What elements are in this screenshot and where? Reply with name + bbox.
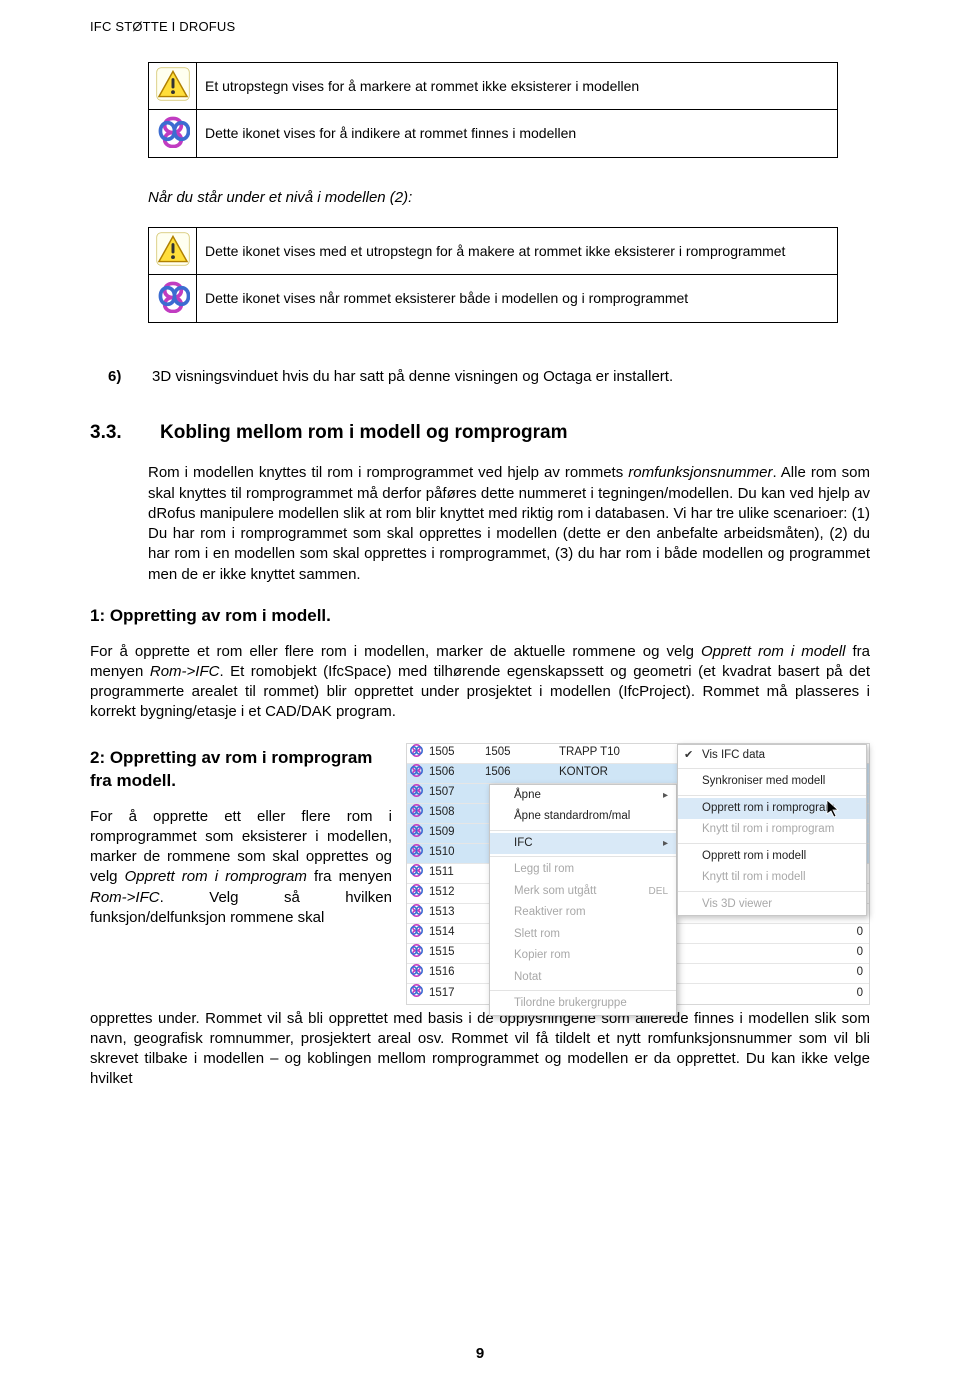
menu-item-mark-outgoing: Merk som utgåttDEL	[490, 881, 676, 903]
body-paragraph: opprettes under. Rommet vil så bli oppre…	[90, 1009, 870, 1090]
cell-roomnum2: 1505	[481, 745, 555, 761]
icon-legend-table-2: Dette ikonet vises med et utropstegn for…	[148, 227, 838, 324]
submenu-item-3d-viewer: Vis 3D viewer	[678, 894, 866, 916]
submenu-item-link-model: Knytt til rom i modell	[678, 867, 866, 889]
section-heading: 3.3. Kobling mellom rom i modell og romp…	[90, 420, 870, 446]
icon-legend-table-1: Et utropstegn vises for å markere at rom…	[148, 62, 838, 159]
menu-item-delete: Slett rom	[490, 924, 676, 946]
italic-term: romfunksjonsnummer	[628, 464, 772, 481]
section-number: 3.3.	[90, 420, 134, 446]
warning-icon	[156, 67, 190, 101]
cell-roomnum: 1511	[425, 865, 481, 881]
knot-icon	[156, 279, 190, 313]
knot-icon-cell	[149, 275, 197, 323]
italic-term: Opprett rom i romprogram	[125, 868, 307, 885]
knot-icon	[407, 764, 425, 783]
submenu-item-create-in-romprogram[interactable]: Opprett rom i romprogram	[678, 798, 866, 820]
cell-zero: 0	[851, 945, 869, 961]
text-span: . Alle rom som skal knyttes til romprogr…	[148, 464, 870, 582]
italic-term: Rom->IFC	[90, 889, 160, 906]
warning-icon-cell	[149, 227, 197, 275]
context-submenu-ifc[interactable]: Vis IFC data Synkroniser med modell Oppr…	[677, 744, 867, 917]
menu-item-ifc[interactable]: IFC▸	[490, 833, 676, 855]
cell-roomnum: 1515	[425, 945, 481, 961]
submenu-item-create-in-model[interactable]: Opprett rom i modell	[678, 846, 866, 868]
warning-icon	[156, 232, 190, 266]
knot-icon	[407, 944, 425, 963]
knot-icon	[407, 964, 425, 983]
body-paragraph: For å opprette ett eller flere rom i rom…	[90, 807, 392, 929]
knot-icon	[407, 924, 425, 943]
subsection-heading-2: 2: Oppretting av rom i romprogram fra mo…	[90, 747, 392, 793]
screenshot-room-list: 15051505TRAPP T10015061506KONTOR01507015…	[406, 743, 870, 1005]
list-item-text: 3D visningsvinduet hvis du har satt på d…	[152, 367, 870, 387]
cell-roomnum: 1506	[425, 765, 481, 781]
cell-roomnum: 1509	[425, 825, 481, 841]
knot-icon	[407, 744, 425, 763]
cell-roomnum2: 1506	[481, 765, 555, 781]
cell-zero: 0	[851, 965, 869, 981]
knot-icon	[407, 824, 425, 843]
cell-zero: 0	[851, 986, 869, 1002]
knot-icon	[407, 864, 425, 883]
menu-item-assign: Tilordne brukergruppe	[490, 993, 676, 1015]
chevron-right-icon: ▸	[663, 837, 668, 851]
cell-roomnum: 1510	[425, 845, 481, 861]
submenu-item-link-romprogram: Knytt til rom i romprogram	[678, 819, 866, 841]
context-menu[interactable]: Åpne▸ Åpne standardrom/mal IFC▸ Legg til…	[489, 784, 677, 1016]
page-number: 9	[0, 1344, 960, 1364]
cell-roomnum: 1513	[425, 905, 481, 921]
cursor-icon	[826, 800, 840, 818]
cell-zero: 0	[851, 925, 869, 941]
cell-roomnum: 1507	[425, 785, 481, 801]
legend-text: Et utropstegn vises for å markere at rom…	[197, 62, 838, 110]
cell-roomnum: 1508	[425, 805, 481, 821]
cell-roomnum: 1516	[425, 965, 481, 981]
cell-roomnum: 1512	[425, 885, 481, 901]
menu-item-open-std[interactable]: Åpne standardrom/mal	[490, 806, 676, 828]
menu-item-note: Notat	[490, 967, 676, 989]
italic-term: Rom->IFC	[150, 663, 220, 680]
subsection-heading-1: 1: Oppretting av rom i modell.	[90, 605, 870, 628]
submenu-item-vis-ifc[interactable]: Vis IFC data	[678, 745, 866, 767]
chevron-right-icon: ▸	[663, 789, 668, 803]
legend-text: Dette ikonet vises når rommet eksisterer…	[197, 275, 838, 323]
knot-icon	[407, 844, 425, 863]
cell-roomnum: 1514	[425, 925, 481, 941]
italic-term: Opprett rom i modell	[701, 643, 845, 660]
menu-item-open[interactable]: Åpne▸	[490, 785, 676, 807]
text-span: For å opprette et rom eller flere rom i …	[90, 643, 701, 660]
text-span: Rom i modellen knyttes til rom i romprog…	[148, 464, 628, 481]
body-paragraph: Rom i modellen knyttes til rom i romprog…	[148, 463, 870, 585]
cell-roomnum: 1505	[425, 745, 481, 761]
legend-text: Dette ikonet vises for å indikere at rom…	[197, 110, 838, 158]
knot-icon	[407, 904, 425, 923]
submenu-item-sync[interactable]: Synkroniser med modell	[678, 771, 866, 793]
knot-icon	[407, 884, 425, 903]
menu-item-add-room: Legg til rom	[490, 859, 676, 881]
menu-item-reactivate: Reaktiver rom	[490, 902, 676, 924]
legend-text: Dette ikonet vises med et utropstegn for…	[197, 227, 838, 275]
document-header: IFC STØTTE I DROFUS	[90, 18, 870, 36]
section-title: Kobling mellom rom i modell og romprogra…	[160, 420, 567, 446]
menu-item-copy: Kopier rom	[490, 945, 676, 967]
text-span: fra menyen	[307, 868, 392, 885]
knot-icon	[407, 984, 425, 1003]
warning-icon-cell	[149, 62, 197, 110]
body-paragraph: For å opprette et rom eller flere rom i …	[90, 642, 870, 723]
knot-icon	[156, 114, 190, 148]
knot-icon	[407, 804, 425, 823]
list-item-6: 6) 3D visningsvinduet hvis du har satt p…	[108, 367, 870, 387]
list-item-number: 6)	[108, 367, 138, 387]
subheading-italic: Når du står under et nivå i modellen (2)…	[148, 188, 870, 208]
cell-roomnum: 1517	[425, 986, 481, 1002]
knot-icon-cell	[149, 110, 197, 158]
knot-icon	[407, 784, 425, 803]
